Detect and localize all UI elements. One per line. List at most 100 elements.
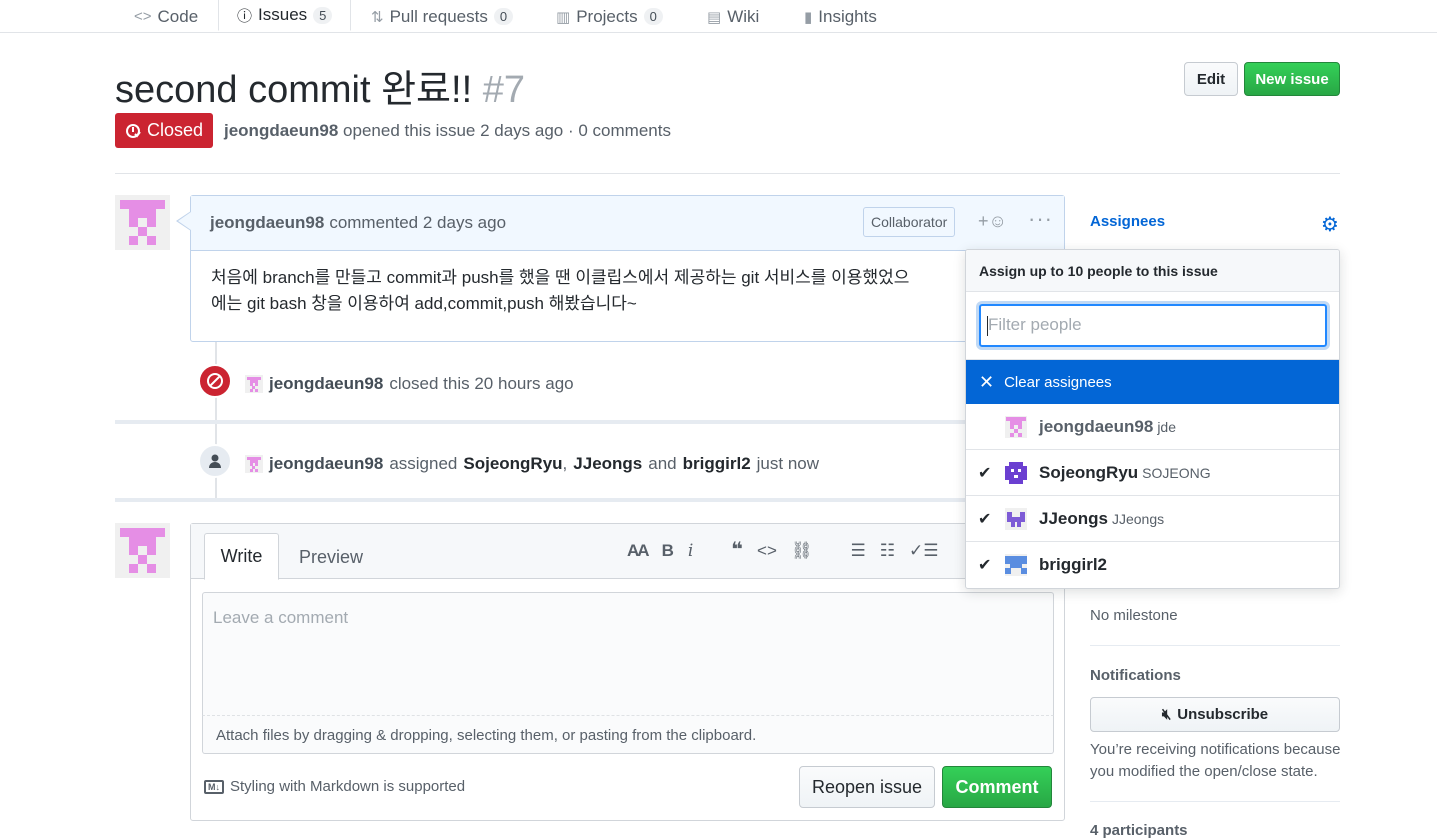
- filter-people-input[interactable]: Filter people: [979, 304, 1327, 347]
- tab-label: Wiki: [727, 6, 760, 26]
- timeline-divider: [115, 420, 1065, 424]
- closed-event: jeongdaeun98 closed this 20 hours ago: [245, 374, 574, 394]
- code-icon[interactable]: <>: [757, 541, 777, 561]
- tab-code[interactable]: <> Code: [134, 0, 198, 33]
- assignee-login: SOJEONG: [1142, 465, 1211, 481]
- unsubscribe-button[interactable]: 🔇︎ Unsubscribe: [1090, 697, 1340, 732]
- comment-textarea[interactable]: Leave a comment: [202, 592, 1054, 716]
- issue-state-label: Closed: [146, 120, 204, 140]
- event-time[interactable]: just now: [757, 454, 819, 474]
- tab-issues[interactable]: ⓘ Issues 5: [218, 0, 352, 31]
- assignee-option[interactable]: jeongdaeun98 jde: [966, 404, 1339, 450]
- projects-counter: 0: [643, 8, 663, 25]
- collaborator-badge: Collaborator: [863, 207, 956, 237]
- issues-counter: 5: [313, 6, 333, 24]
- closed-event-badge: [198, 364, 232, 398]
- mute-icon: 🔇︎: [1161, 706, 1172, 723]
- attach-files-hint[interactable]: Attach files by dragging & dropping, sel…: [202, 716, 1054, 754]
- project-icon: ▥: [556, 8, 571, 26]
- issue-closed-icon: [125, 123, 141, 138]
- avatar[interactable]: [245, 375, 263, 393]
- check-icon: ✔: [978, 557, 992, 574]
- issue-state-badge: Closed: [115, 113, 213, 148]
- assignee-select-menu: Assign up to 10 people to this issue Fil…: [965, 249, 1340, 589]
- tasklist-icon[interactable]: ✓☰: [909, 541, 938, 561]
- issue-title: second commit 완료!! #7: [115, 58, 525, 113]
- reopen-issue-button[interactable]: Reopen issue: [799, 766, 935, 808]
- repo-nav: <> Code ⓘ Issues 5 ⇅ Pull requests 0 ▥ P…: [0, 0, 1437, 33]
- comment-author-link[interactable]: jeongdaeun98: [210, 213, 324, 233]
- assignee-option[interactable]: ✔ JJeongs JJeongs: [966, 496, 1339, 542]
- avatar: [1005, 554, 1027, 576]
- notification-reason: You’re receiving notifications because y…: [1090, 741, 1341, 780]
- assignee-login: JJeongs: [1111, 511, 1165, 527]
- assignee-name: jeongdaeun98: [1039, 417, 1154, 436]
- avatar: [1005, 416, 1027, 438]
- avatar: [1005, 508, 1027, 530]
- comment-body-line: 처음에 branch를 만들고 commit과 push를 했을 땐 이클립스에…: [211, 268, 910, 287]
- code-icon: <>: [134, 8, 152, 25]
- comment-button[interactable]: Comment: [942, 766, 1052, 808]
- clear-assignees-label: Clear assignees: [1004, 373, 1112, 391]
- tab-pull-requests[interactable]: ⇅ Pull requests 0: [371, 0, 514, 33]
- unsubscribe-label: Unsubscribe: [1177, 706, 1269, 723]
- comment-form-header: Write Preview AA B i ❝ <> ⛓ ☰ ☷ ✓☰ @: [191, 524, 1064, 580]
- comment-arrow-inner: [178, 212, 191, 230]
- comment-timestamp[interactable]: commented 2 days ago: [329, 213, 506, 233]
- assignee-name: SojeongRyu: [1039, 463, 1139, 482]
- assignee-filter-area: Filter people: [966, 292, 1339, 360]
- pull-requests-counter: 0: [493, 8, 514, 25]
- event-conjunction: and: [648, 454, 677, 473]
- assignee-link[interactable]: briggirl2: [683, 454, 751, 474]
- sidebar-divider: [1090, 801, 1340, 802]
- assignee-link[interactable]: SojeongRyu,: [463, 454, 567, 474]
- circle-slash-icon: [207, 373, 223, 389]
- assignees-label[interactable]: Assignees: [1090, 213, 1165, 230]
- quote-icon[interactable]: ❝: [731, 540, 743, 561]
- event-verb: assigned: [389, 454, 458, 473]
- assignee-option[interactable]: ✔ SojeongRyu SOJEONG: [966, 450, 1339, 496]
- timeline-divider: [115, 498, 1065, 502]
- italic-icon[interactable]: i: [688, 541, 693, 561]
- markdown-note-text[interactable]: Styling with Markdown is supported: [230, 778, 465, 795]
- new-issue-button[interactable]: New issue: [1244, 62, 1340, 96]
- clear-assignees-item[interactable]: ✕ Clear assignees: [966, 360, 1339, 404]
- event-actor-link[interactable]: jeongdaeun98: [269, 454, 383, 474]
- add-reaction-icon[interactable]: +☺: [978, 211, 1007, 232]
- tab-projects[interactable]: ▥ Projects 0: [556, 0, 663, 33]
- issue-author-link[interactable]: jeongdaeun98: [224, 121, 338, 140]
- tab-label: Insights: [818, 6, 877, 26]
- issue-opened-icon: ⓘ: [237, 7, 253, 25]
- text-size-icon[interactable]: AA: [627, 541, 650, 561]
- new-comment-form: Write Preview AA B i ❝ <> ⛓ ☰ ☷ ✓☰ @ Lea…: [190, 523, 1065, 821]
- tab-label: Code: [157, 6, 199, 26]
- list-unordered-icon[interactable]: ☰: [850, 541, 865, 561]
- avatar[interactable]: [245, 455, 263, 473]
- markdown-note: M↓ Styling with Markdown is supported: [204, 778, 465, 795]
- avatar: [1005, 462, 1027, 484]
- kebab-menu-icon[interactable]: ···: [1028, 206, 1053, 232]
- list-ordered-icon[interactable]: ☷: [880, 541, 895, 561]
- tab-write[interactable]: Write: [204, 533, 279, 580]
- issue-number: #7: [482, 69, 525, 111]
- avatar[interactable]: [115, 523, 170, 578]
- event-actor-link[interactable]: jeongdaeun98: [269, 374, 383, 394]
- participants-label: 4 participants: [1090, 822, 1188, 838]
- avatar[interactable]: [115, 195, 170, 250]
- issue-comment: jeongdaeun98 commented 2 days ago Collab…: [190, 195, 1065, 342]
- x-icon: ✕: [979, 371, 995, 392]
- tab-preview[interactable]: Preview: [299, 547, 363, 568]
- link-icon[interactable]: ⛓: [791, 541, 813, 561]
- tab-insights[interactable]: ▮ Insights: [804, 0, 877, 33]
- tab-wiki[interactable]: ▤ Wiki: [707, 0, 759, 33]
- edit-button[interactable]: Edit: [1184, 62, 1238, 96]
- assignee-menu-header: Assign up to 10 people to this issue: [966, 250, 1339, 292]
- bold-icon[interactable]: B: [662, 541, 674, 561]
- tab-label: Issues: [258, 5, 308, 24]
- gear-icon[interactable]: ⚙: [1321, 212, 1339, 237]
- sidebar-divider: [1090, 645, 1340, 646]
- assigned-event: jeongdaeun98 assigned SojeongRyu, JJeong…: [245, 454, 819, 474]
- assignee-option[interactable]: ✔ briggirl2: [966, 542, 1339, 588]
- assignee-link[interactable]: JJeongs: [573, 454, 642, 474]
- header-divider: [115, 173, 1340, 174]
